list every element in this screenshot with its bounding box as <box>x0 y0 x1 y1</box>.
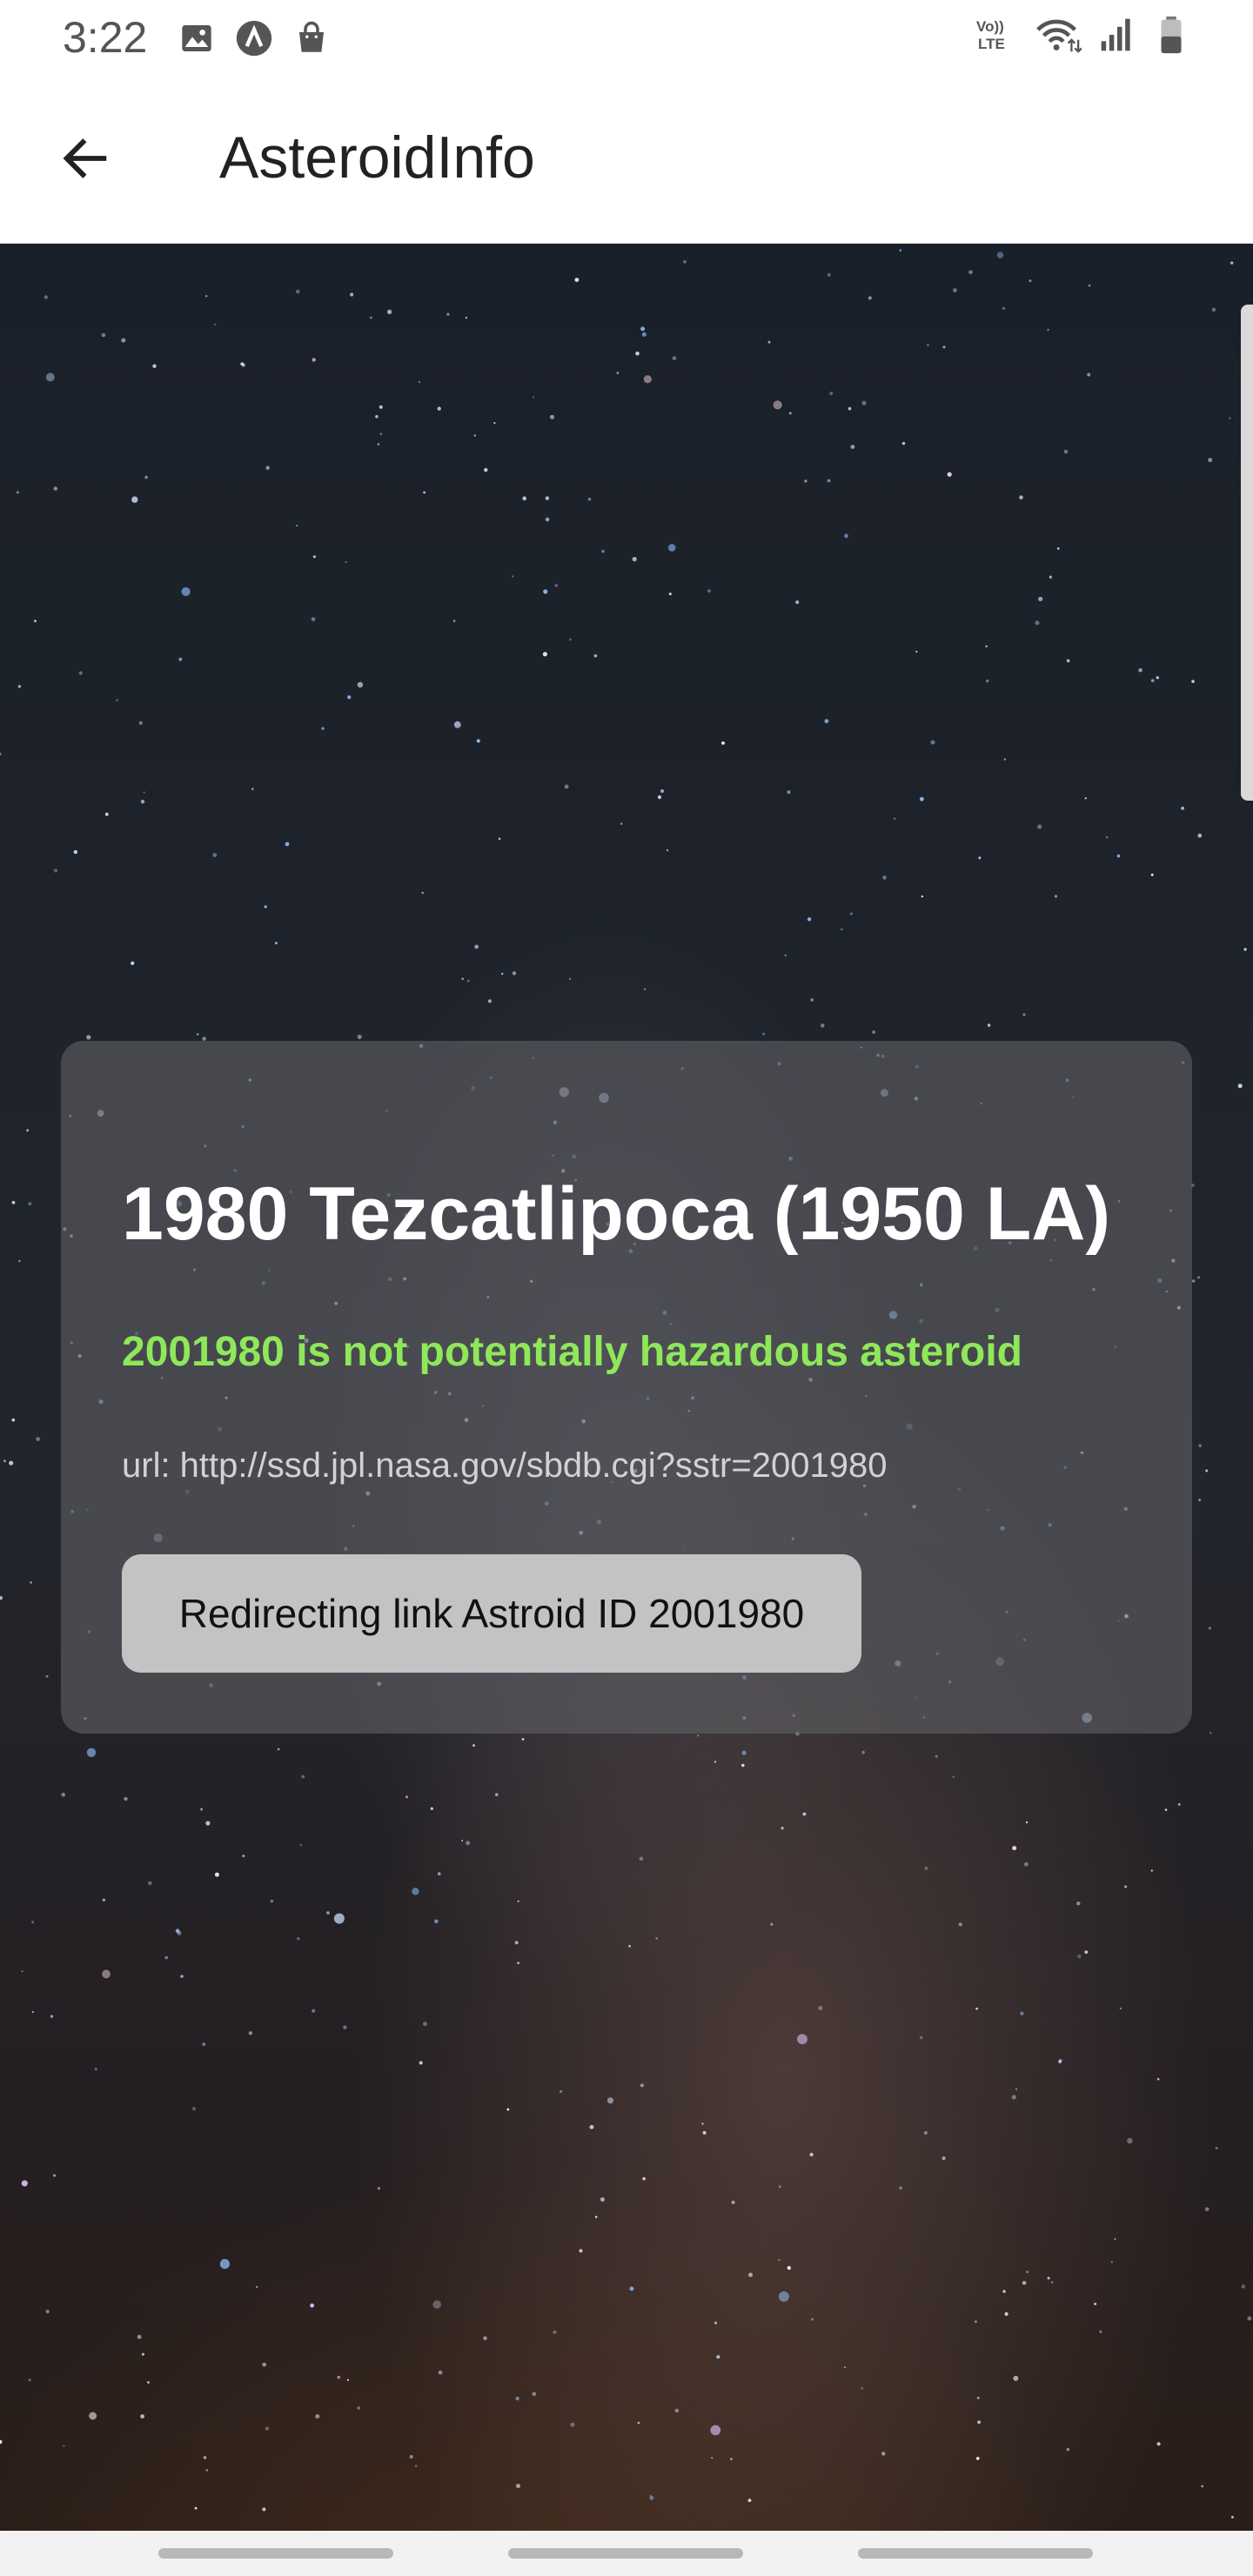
app-bar: AsteroidInfo <box>0 78 1253 244</box>
volte-icon: Vo)) LTE <box>975 16 1018 54</box>
asteroid-info-card: 1980 Tezcatlipoca (1950 LA) 2001980 is n… <box>61 1041 1192 1734</box>
arrow-left-icon <box>57 131 113 191</box>
scrollbar-thumb[interactable] <box>1241 305 1253 801</box>
back-button[interactable] <box>44 118 127 202</box>
asteroid-url[interactable]: url: http://ssd.jpl.nasa.gov/sbdb.cgi?ss… <box>122 1446 887 1486</box>
app-title: AsteroidInfo <box>219 124 535 191</box>
image-icon <box>178 19 216 57</box>
content-area[interactable]: 1980 Tezcatlipoca (1950 LA) 2001980 is n… <box>0 244 1253 2531</box>
svg-text:Vo)): Vo)) <box>976 18 1004 35</box>
nav-recents-pill[interactable] <box>158 2548 393 2559</box>
navigation-bar <box>0 2531 1253 2576</box>
signal-icon <box>1098 16 1136 54</box>
svg-text:LTE: LTE <box>978 36 1005 52</box>
app-a-icon <box>235 19 273 57</box>
status-left-icons <box>178 19 331 57</box>
status-bar: 3:22 Vo)) LTE <box>0 0 1253 78</box>
wifi-icon <box>1034 16 1082 54</box>
shopping-bag-icon <box>292 19 331 57</box>
hazard-status: 2001980 is not potentially hazardous ast… <box>122 1329 1022 1375</box>
nav-back-pill[interactable] <box>858 2548 1093 2559</box>
asteroid-name: 1980 Tezcatlipoca (1950 LA) <box>122 1172 1111 1256</box>
redirect-link-button[interactable]: Redirecting link Astroid ID 2001980 <box>122 1554 861 1673</box>
nav-home-pill[interactable] <box>508 2548 743 2559</box>
battery-icon <box>1152 16 1190 54</box>
status-time: 3:22 <box>63 13 148 62</box>
status-right-icons: Vo)) LTE <box>975 16 1190 54</box>
